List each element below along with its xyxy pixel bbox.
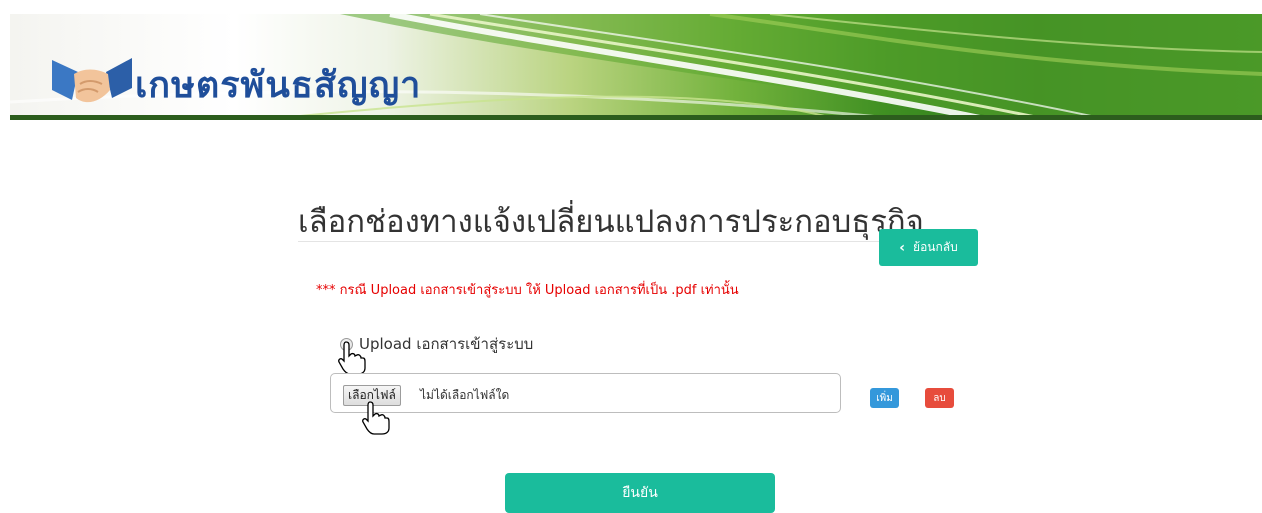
pointer-hand-cursor-icon — [338, 341, 366, 375]
pointer-hand-cursor-icon — [362, 401, 390, 435]
file-status-text: ไม่ได้เลือกไฟล์ใด — [420, 388, 510, 402]
chevron-left-icon: ‹ — [899, 239, 906, 256]
handshake-icon — [52, 58, 132, 103]
file-input-box[interactable]: เลือกไฟล์ ไม่ได้เลือกไฟล์ใด — [330, 373, 841, 413]
confirm-button[interactable]: ยืนยัน — [505, 473, 775, 513]
back-button[interactable]: ‹ ย้อนกลับ — [879, 229, 978, 266]
add-file-button[interactable]: เพิ่ม — [870, 388, 899, 408]
upload-option-label: Upload เอกสารเข้าสู่ระบบ — [359, 335, 534, 353]
upload-option[interactable]: Upload เอกสารเข้าสู่ระบบ — [340, 332, 533, 356]
site-name: เกษตรพันธสัญญา — [135, 65, 422, 106]
banner-bottom-line — [10, 115, 1262, 120]
delete-file-button[interactable]: ลบ — [925, 388, 954, 408]
page-title: เลือกช่องทางแจ้งเปลี่ยนแปลงการประกอบธุรก… — [298, 204, 924, 240]
header-banner: เกษตรพันธสัญญา — [10, 14, 1262, 120]
logo — [50, 50, 134, 114]
pdf-only-notice: *** กรณี Upload เอกสารเข้าสู่ระบบ ให้ Up… — [316, 283, 739, 298]
back-button-label: ย้อนกลับ — [913, 240, 958, 254]
title-divider — [298, 241, 978, 242]
